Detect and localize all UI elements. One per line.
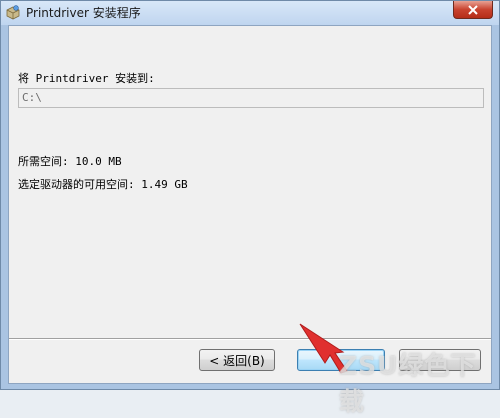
- close-button[interactable]: [453, 1, 493, 19]
- title-bar: Printdriver 安装程序: [1, 1, 499, 25]
- installer-window: Printdriver 安装程序 将 Printdriver 安装到: C:\ …: [0, 0, 500, 416]
- button-area-divider: [9, 338, 491, 340]
- install-path-field[interactable]: C:\: [18, 88, 484, 108]
- space-required-text: 所需空间: 10.0 MB: [18, 155, 122, 168]
- installer-box-icon: [5, 4, 21, 20]
- close-icon: [468, 4, 478, 15]
- back-button[interactable]: < 返回(B): [199, 349, 275, 371]
- install-location-label: 将 Printdriver 安装到:: [18, 72, 155, 85]
- space-available-text: 选定驱动器的可用空间: 1.49 GB: [18, 178, 188, 191]
- dialog-client-area: 将 Printdriver 安装到: C:\ 所需空间: 10.0 MB 选定驱…: [8, 25, 492, 416]
- window-title: Printdriver 安装程序: [26, 6, 141, 20]
- watermark: ZSU绿色下载: [339, 351, 477, 416]
